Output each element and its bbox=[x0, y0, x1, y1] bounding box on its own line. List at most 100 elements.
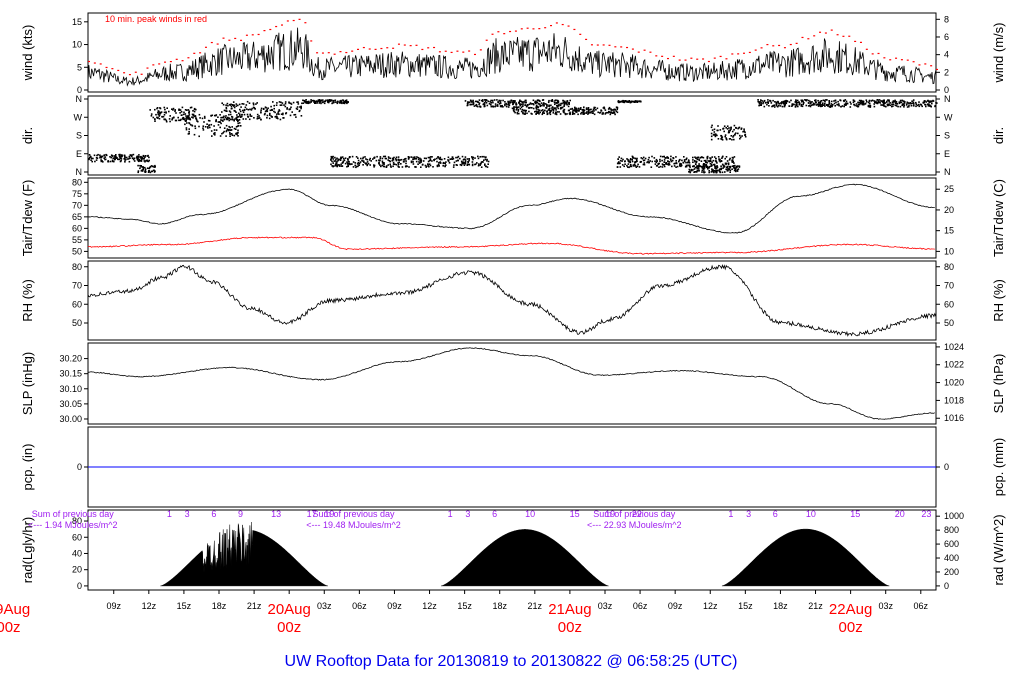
wind-direction-point bbox=[479, 164, 481, 166]
y-tick-label-left: 70 bbox=[72, 281, 82, 291]
wind-direction-point bbox=[279, 104, 282, 106]
wind-direction-point bbox=[634, 100, 636, 103]
wind-direction-point bbox=[539, 111, 541, 114]
wind-direction-point bbox=[562, 110, 565, 112]
wind-direction-point bbox=[710, 165, 712, 167]
wind-direction-point bbox=[822, 102, 824, 104]
wind-direction-point bbox=[410, 160, 413, 163]
wind-direction-point bbox=[656, 160, 658, 162]
wind-direction-point bbox=[455, 156, 457, 159]
weather-chart: wind (kts) wind (m/s)05101502468dir. dir.N… bbox=[0, 12, 1006, 670]
wind-direction-point bbox=[621, 160, 623, 162]
wind-direction-point bbox=[175, 119, 178, 122]
wind-direction-point bbox=[113, 155, 116, 157]
wind-direction-point bbox=[382, 163, 385, 165]
wind-direction-point bbox=[916, 104, 919, 107]
wind-direction-point bbox=[461, 161, 463, 164]
peak-wind-mark bbox=[590, 44, 593, 46]
wind-direction-point bbox=[507, 102, 510, 104]
wind-direction-point bbox=[688, 160, 690, 162]
wind-direction-point bbox=[666, 163, 668, 165]
y-tick-label-left: 65 bbox=[72, 212, 82, 222]
y-tick-label-right: E bbox=[944, 149, 950, 159]
wind-direction-point bbox=[253, 117, 255, 119]
wind-direction-point bbox=[534, 101, 536, 104]
wind-direction-point bbox=[540, 109, 543, 112]
wind-direction-point bbox=[224, 116, 227, 119]
wind-direction-point bbox=[260, 118, 262, 121]
wind-direction-point bbox=[258, 115, 260, 117]
peak-wind-mark bbox=[88, 60, 90, 63]
wind-direction-point bbox=[650, 166, 653, 168]
wind-direction-point bbox=[642, 159, 645, 162]
y-tick-label-left: 50 bbox=[72, 318, 82, 328]
peak-wind-mark bbox=[579, 33, 582, 35]
wind-direction-point bbox=[217, 121, 220, 123]
wind-direction-point bbox=[198, 125, 200, 128]
dewpoint-line bbox=[87, 236, 935, 255]
wind-direction-point bbox=[857, 103, 860, 106]
wind-direction-point bbox=[237, 122, 239, 125]
wind-direction-point bbox=[204, 117, 206, 119]
wind-direction-point bbox=[805, 104, 808, 107]
wind-direction-point bbox=[188, 122, 191, 125]
wind-direction-point bbox=[710, 132, 713, 135]
y-axis-label-left: wind (kts) bbox=[20, 25, 35, 82]
wind-direction-point bbox=[273, 104, 275, 107]
wind-direction-point bbox=[662, 164, 664, 166]
wind-direction-point bbox=[199, 117, 201, 119]
wind-direction-point bbox=[507, 100, 509, 103]
wind-direction-point bbox=[828, 100, 830, 102]
wind-direction-point bbox=[479, 156, 482, 158]
wind-direction-point bbox=[548, 112, 551, 114]
y-tick-label-right: S bbox=[944, 131, 950, 141]
wind-direction-point bbox=[732, 157, 734, 159]
wind-direction-point bbox=[556, 104, 558, 107]
wind-direction-point bbox=[924, 100, 926, 102]
wind-direction-point bbox=[901, 103, 904, 105]
wind-direction-point bbox=[911, 102, 913, 105]
radiation-hour-label: 15 bbox=[570, 509, 580, 519]
wind-direction-point bbox=[871, 99, 874, 102]
wind-direction-point bbox=[760, 99, 762, 101]
wind-direction-point bbox=[698, 158, 700, 161]
wind-direction-point bbox=[823, 104, 825, 106]
wind-direction-point bbox=[334, 101, 337, 103]
peak-wind-mark bbox=[152, 64, 155, 66]
y-tick-label-left: 70 bbox=[72, 200, 82, 210]
wind-direction-point bbox=[363, 161, 365, 163]
radiation-hour-label: 3 bbox=[465, 509, 470, 519]
wind-direction-point bbox=[616, 166, 619, 168]
wind-direction-point bbox=[158, 114, 161, 116]
wind-direction-point bbox=[653, 157, 656, 159]
wind-direction-point bbox=[237, 104, 239, 107]
wind-direction-point bbox=[582, 109, 584, 112]
wind-direction-point bbox=[777, 100, 779, 103]
y-axis-label-right: pcp. (mm) bbox=[991, 438, 1006, 497]
wind-direction-point bbox=[831, 105, 833, 108]
wind-direction-point bbox=[485, 165, 487, 168]
wind-direction-point bbox=[675, 156, 677, 158]
wind-direction-point bbox=[242, 118, 245, 120]
wind-direction-point bbox=[227, 129, 230, 131]
peak-wind-mark bbox=[643, 49, 646, 51]
wind-direction-point bbox=[841, 105, 844, 107]
wind-direction-point bbox=[225, 124, 228, 127]
wind-direction-point bbox=[857, 101, 859, 104]
wind-direction-point bbox=[341, 165, 343, 167]
peak-wind-mark bbox=[421, 48, 424, 51]
wind-direction-point bbox=[397, 162, 399, 164]
wind-direction-point bbox=[534, 110, 536, 113]
wind-direction-point bbox=[628, 161, 630, 163]
wind-direction-point bbox=[809, 105, 812, 108]
wind-direction-point bbox=[675, 166, 677, 168]
wind-direction-point bbox=[439, 162, 442, 164]
wind-direction-point bbox=[297, 103, 300, 105]
wind-direction-point bbox=[538, 113, 540, 115]
wind-direction-point bbox=[675, 162, 678, 165]
wind-direction-point bbox=[634, 161, 636, 164]
peak-wind-mark bbox=[140, 73, 143, 75]
wind-direction-point bbox=[648, 161, 650, 164]
peak-wind-mark bbox=[509, 30, 512, 33]
wind-direction-point bbox=[659, 158, 661, 161]
